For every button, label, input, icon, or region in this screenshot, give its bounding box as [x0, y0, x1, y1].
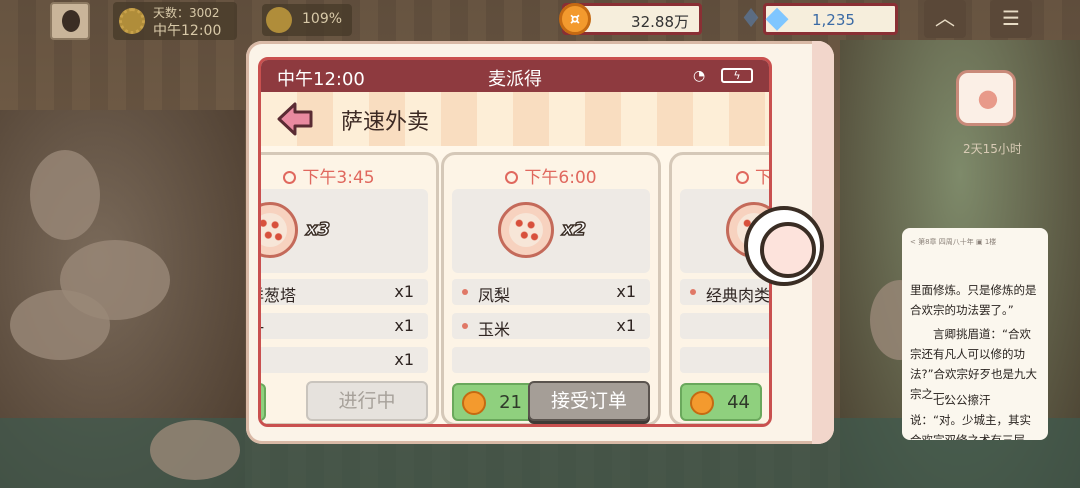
order-food: x3: [261, 189, 428, 273]
player-avatar[interactable]: [50, 2, 90, 40]
novel-reader-overlay[interactable]: < 第8章 四周八十年 ▣ 1楼 里面修炼。只是修炼的是合欢宗的功法罢了。” 言…: [902, 228, 1048, 440]
clock-icon: [283, 171, 297, 184]
mood-percent: 109%: [302, 11, 343, 27]
collapse-button[interactable]: ︿: [924, 0, 966, 38]
order-reward: 21: [452, 383, 534, 421]
coin-icon: [690, 391, 714, 415]
app-title: 萨速外卖: [341, 110, 430, 135]
paw-icon: ●: [977, 84, 999, 112]
phone-status-bar: 中午12:00 麦派得 ◔ ϟ: [261, 60, 769, 92]
diamond-icon: ◆: [765, 0, 789, 35]
order-deadline: 下午3:45: [261, 163, 436, 188]
hamburger-icon: ☰: [1002, 6, 1020, 30]
day-time-panel: 天数：3002 中午12:00: [113, 2, 237, 40]
back-arrow-icon: [277, 102, 313, 136]
ingredient-row: 凤梨 x1: [452, 279, 650, 305]
pizza-icon: [498, 202, 554, 258]
app-header: 萨速外卖: [261, 92, 769, 146]
mood-panel: 109%: [262, 4, 352, 36]
ingredient-row: 肉x1: [261, 347, 428, 373]
order-card: 下午6:00 x2 凤梨 x1 玉米 x1 21 接受订单: [441, 152, 661, 424]
time-label: 中午12:00: [153, 23, 222, 39]
gems-panel[interactable]: ♦ ◆ 1,235: [739, 0, 898, 35]
coins-panel[interactable]: ¤ 32.88万: [559, 3, 702, 35]
order-deadline: 下午6:00: [444, 163, 658, 188]
ingredient-row: 斯洋葱塔x1: [261, 279, 428, 305]
coin-icon: [462, 391, 486, 415]
ingredient-row: 勒叶x1: [261, 313, 428, 339]
phone-screen: 中午12:00 麦派得 ◔ ϟ 萨速外卖 下午3:45 x3 斯洋葱塔x1 勒叶…: [258, 57, 772, 427]
gems-value: 1,235: [812, 11, 855, 29]
ingredient-row-empty: [680, 313, 769, 339]
order-quantity: x3: [305, 218, 331, 240]
order-card: 下 经典肉类 44: [669, 152, 769, 424]
coin-icon: ¤: [559, 3, 591, 35]
reader-paragraph: 里面修炼。只是修炼的是合欢宗的功法罢了。”: [910, 283, 1037, 317]
order-list[interactable]: 下午3:45 x3 斯洋葱塔x1 勒叶x1 肉x1 34 进行中 下午6:00 …: [261, 146, 769, 424]
order-reward: 34: [261, 383, 266, 421]
bunny-decoration: [30, 150, 100, 240]
event-timer: 2天15小时: [963, 142, 1022, 156]
smiley-icon: [266, 7, 292, 33]
accept-order-button[interactable]: 接受订单: [528, 381, 650, 421]
order-card: 下午3:45 x3 斯洋葱塔x1 勒叶x1 肉x1 34 进行中: [261, 152, 439, 424]
battery-charging-icon: ϟ: [721, 68, 753, 83]
order-food: x2: [452, 189, 650, 273]
in-progress-button: 进行中: [306, 381, 428, 421]
clock-icon: [505, 171, 519, 184]
order-quantity: x2: [561, 218, 587, 240]
cat-decoration: [150, 420, 240, 480]
ingredient-row-empty: [452, 347, 650, 373]
cat-decoration: [10, 290, 110, 360]
days-label: 天数：3002: [153, 6, 220, 20]
ingredient-row: 玉米 x1: [452, 313, 650, 339]
clock-icon: [736, 171, 749, 184]
chevron-up-icon: ︿: [935, 6, 955, 30]
wifi-icon: ◔: [693, 68, 706, 84]
coins-value: 32.88万: [631, 13, 689, 31]
menu-button[interactable]: ☰: [990, 0, 1032, 38]
ingredient-row-empty: [680, 347, 769, 373]
reader-header: < 第8章 四周八十年 ▣ 1楼: [910, 238, 997, 246]
sun-icon: [119, 8, 145, 34]
pet-button[interactable]: ●: [956, 70, 1016, 126]
phone-home-button[interactable]: [744, 206, 824, 286]
pizza-icon: [261, 202, 298, 258]
order-reward: 44: [680, 383, 762, 421]
back-button[interactable]: [275, 100, 315, 138]
order-deadline: 下: [736, 163, 769, 188]
reader-paragraph: 七公公擦汗说：“对。少城主，其实合欢宗双修之术有三层，第一层甚至不需要肤体接: [910, 393, 1037, 440]
ingredient-row: 经典肉类: [680, 279, 769, 305]
